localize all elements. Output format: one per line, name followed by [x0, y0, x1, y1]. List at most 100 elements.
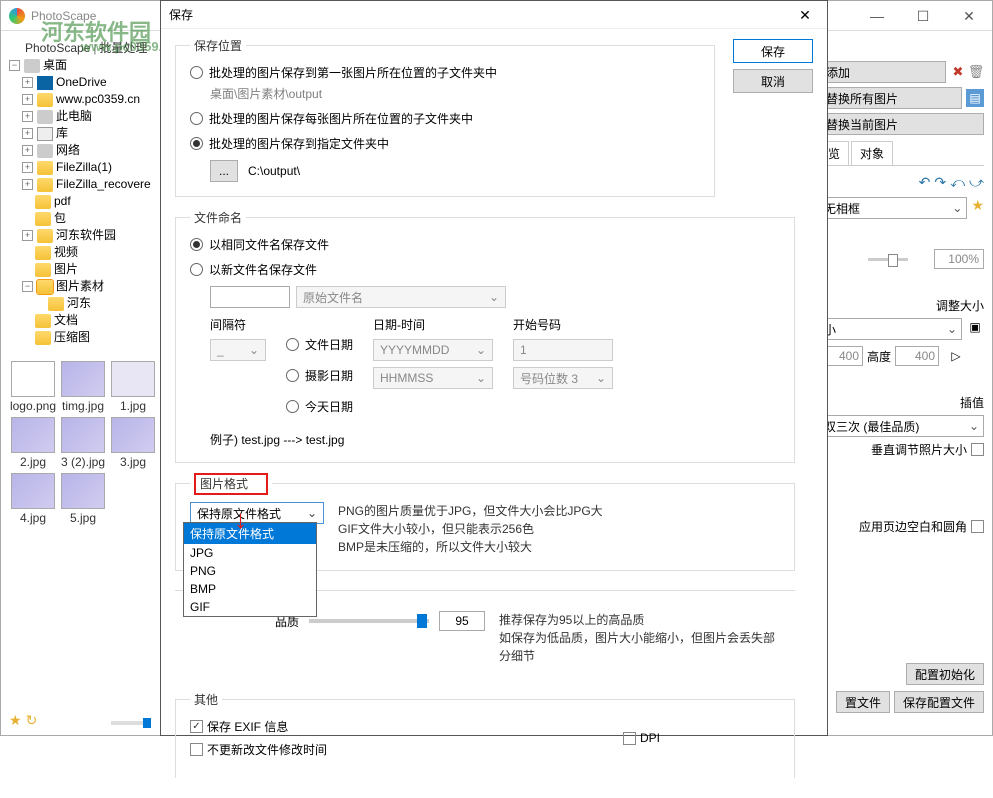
- tree-item[interactable]: OneDrive: [56, 74, 107, 91]
- add-button[interactable]: 添加: [819, 61, 946, 83]
- loc-radio-3[interactable]: [190, 137, 203, 150]
- tree-item[interactable]: www.pc0359.cn: [56, 91, 140, 108]
- cancel-button[interactable]: 取消: [733, 69, 813, 93]
- loc-radio-1[interactable]: [190, 66, 203, 79]
- play-icon[interactable]: ▷: [947, 347, 965, 365]
- folder-open-icon: [37, 280, 53, 294]
- thumbnail[interactable]: 3 (2).jpg: [59, 417, 107, 469]
- margin-checkbox[interactable]: [971, 520, 984, 533]
- tree-item[interactable]: 此电脑: [56, 108, 92, 125]
- star-icon[interactable]: ★: [9, 712, 22, 729]
- format-option[interactable]: BMP: [184, 580, 316, 598]
- zoom-value[interactable]: 100%: [934, 249, 984, 269]
- thumbnail[interactable]: timg.jpg: [59, 361, 107, 413]
- quality-value[interactable]: 95: [439, 611, 485, 631]
- redo-icon[interactable]: ↷: [934, 174, 946, 191]
- aspect-icon[interactable]: ▣: [966, 318, 984, 336]
- refresh-icon[interactable]: ↻: [26, 712, 38, 729]
- folder-icon: [35, 314, 51, 328]
- zoom-slider[interactable]: [868, 258, 908, 261]
- undo-all-icon[interactable]: ⤺: [950, 174, 965, 191]
- open-config-button[interactable]: 置文件: [836, 691, 890, 713]
- thumbnail[interactable]: 5.jpg: [59, 473, 107, 525]
- date-file-radio[interactable]: [286, 338, 299, 351]
- thumbnail-size-slider[interactable]: [111, 721, 151, 725]
- format-description: PNG的图片质量优于JPG，但文件大小会比JPG大 GIF文件大小较小，但只能表…: [338, 502, 603, 556]
- tab-object[interactable]: 对象: [851, 141, 893, 165]
- frame-select[interactable]: 无相框⌄: [819, 197, 967, 219]
- minimize-button[interactable]: —: [854, 1, 900, 31]
- undo-icon[interactable]: ↶: [919, 174, 931, 191]
- height-input[interactable]: 400: [895, 346, 939, 366]
- thumbnail[interactable]: 1.jpg: [109, 361, 157, 413]
- thumbnail[interactable]: 2.jpg: [9, 417, 57, 469]
- folder-tree[interactable]: −桌面 +OneDrive +www.pc0359.cn +此电脑 +库 +网络…: [9, 57, 159, 346]
- date-today-label: 今天日期: [305, 398, 353, 415]
- separator-select[interactable]: _⌄: [210, 339, 266, 361]
- date-shot-radio[interactable]: [286, 369, 299, 382]
- chevron-down-icon: ⌄: [947, 322, 957, 336]
- original-name-select[interactable]: 原始文件名⌄: [296, 286, 506, 308]
- resize-preset-select[interactable]: 小⌄: [819, 318, 962, 340]
- config-buttons-2: 置文件 保存配置文件: [836, 691, 984, 713]
- name-radio-same-label: 以相同文件名保存文件: [209, 236, 329, 253]
- format-option[interactable]: GIF: [184, 598, 316, 616]
- redo-all-icon[interactable]: ⤻: [969, 174, 984, 191]
- thumbnail[interactable]: 4.jpg: [9, 473, 57, 525]
- date-shot-label: 摄影日期: [305, 367, 353, 384]
- format-option[interactable]: PNG: [184, 562, 316, 580]
- tree-item[interactable]: FileZilla_recovere: [56, 176, 151, 193]
- save-config-button[interactable]: 保存配置文件: [894, 691, 984, 713]
- tree-item[interactable]: 视频: [54, 244, 78, 261]
- dialog-close-button[interactable]: ✕: [783, 1, 827, 29]
- tree-item[interactable]: 河东软件园: [56, 227, 116, 244]
- format-option[interactable]: JPG: [184, 544, 316, 562]
- number-digits-select[interactable]: 号码位数 3⌄: [513, 367, 613, 389]
- tree-item[interactable]: pdf: [54, 193, 71, 210]
- folder-icon: [35, 195, 51, 209]
- list-icon[interactable]: ▤: [966, 89, 984, 107]
- trash-icon[interactable]: 🗑: [968, 64, 984, 80]
- date-today-radio[interactable]: [286, 400, 299, 413]
- maximize-button[interactable]: ☐: [900, 1, 946, 31]
- format-option[interactable]: 保持原文件格式: [184, 523, 316, 544]
- desktop-icon: [24, 59, 40, 73]
- date-format-select[interactable]: YYYYMMDD⌄: [373, 339, 493, 361]
- config-init-button[interactable]: 配置初始化: [906, 663, 984, 685]
- vertical-adjust-checkbox[interactable]: [971, 443, 984, 456]
- star-icon[interactable]: ★: [971, 197, 984, 219]
- tree-item[interactable]: 压缩图: [54, 329, 90, 346]
- save-button[interactable]: 保存: [733, 39, 813, 63]
- name-radio-same[interactable]: [190, 238, 203, 251]
- folder-icon: [48, 297, 64, 311]
- tree-root[interactable]: 桌面: [43, 57, 67, 74]
- replace-all-button[interactable]: 替换所有图片: [819, 87, 962, 109]
- loc-radio-2[interactable]: [190, 112, 203, 125]
- thumbnail[interactable]: 3.jpg: [109, 417, 157, 469]
- exif-checkbox[interactable]: [190, 720, 203, 733]
- browse-button[interactable]: ...: [210, 160, 238, 182]
- tree-item[interactable]: 包: [54, 210, 66, 227]
- start-number-input[interactable]: 1: [513, 339, 613, 361]
- dpi-label: DPI: [640, 731, 660, 745]
- format-dropdown-list[interactable]: 保持原文件格式 JPG PNG BMP GIF: [183, 522, 317, 617]
- interpolation-select[interactable]: 双三次 (最佳品质)⌄: [819, 415, 984, 437]
- tree-item[interactable]: 图片: [54, 261, 78, 278]
- tree-item[interactable]: 库: [56, 125, 68, 142]
- dpi-checkbox[interactable]: [623, 732, 636, 745]
- format-select[interactable]: 保持原文件格式⌄: [190, 502, 324, 524]
- tree-item[interactable]: 河东: [67, 295, 91, 312]
- remove-icon[interactable]: ✖: [950, 64, 966, 80]
- thumbnail[interactable]: logo.png: [9, 361, 57, 413]
- tree-item[interactable]: 文档: [54, 312, 78, 329]
- no-mtime-checkbox[interactable]: [190, 743, 203, 756]
- tree-item[interactable]: 图片素材: [56, 278, 104, 295]
- time-format-select[interactable]: HHMMSS⌄: [373, 367, 493, 389]
- name-radio-new[interactable]: [190, 263, 203, 276]
- close-button[interactable]: ✕: [946, 1, 992, 31]
- replace-current-button[interactable]: 替换当前图片: [819, 113, 984, 135]
- quality-slider[interactable]: [309, 619, 429, 623]
- prefix-input[interactable]: [210, 286, 290, 308]
- tree-item[interactable]: 网络: [56, 142, 80, 159]
- tree-item[interactable]: FileZilla(1): [56, 159, 112, 176]
